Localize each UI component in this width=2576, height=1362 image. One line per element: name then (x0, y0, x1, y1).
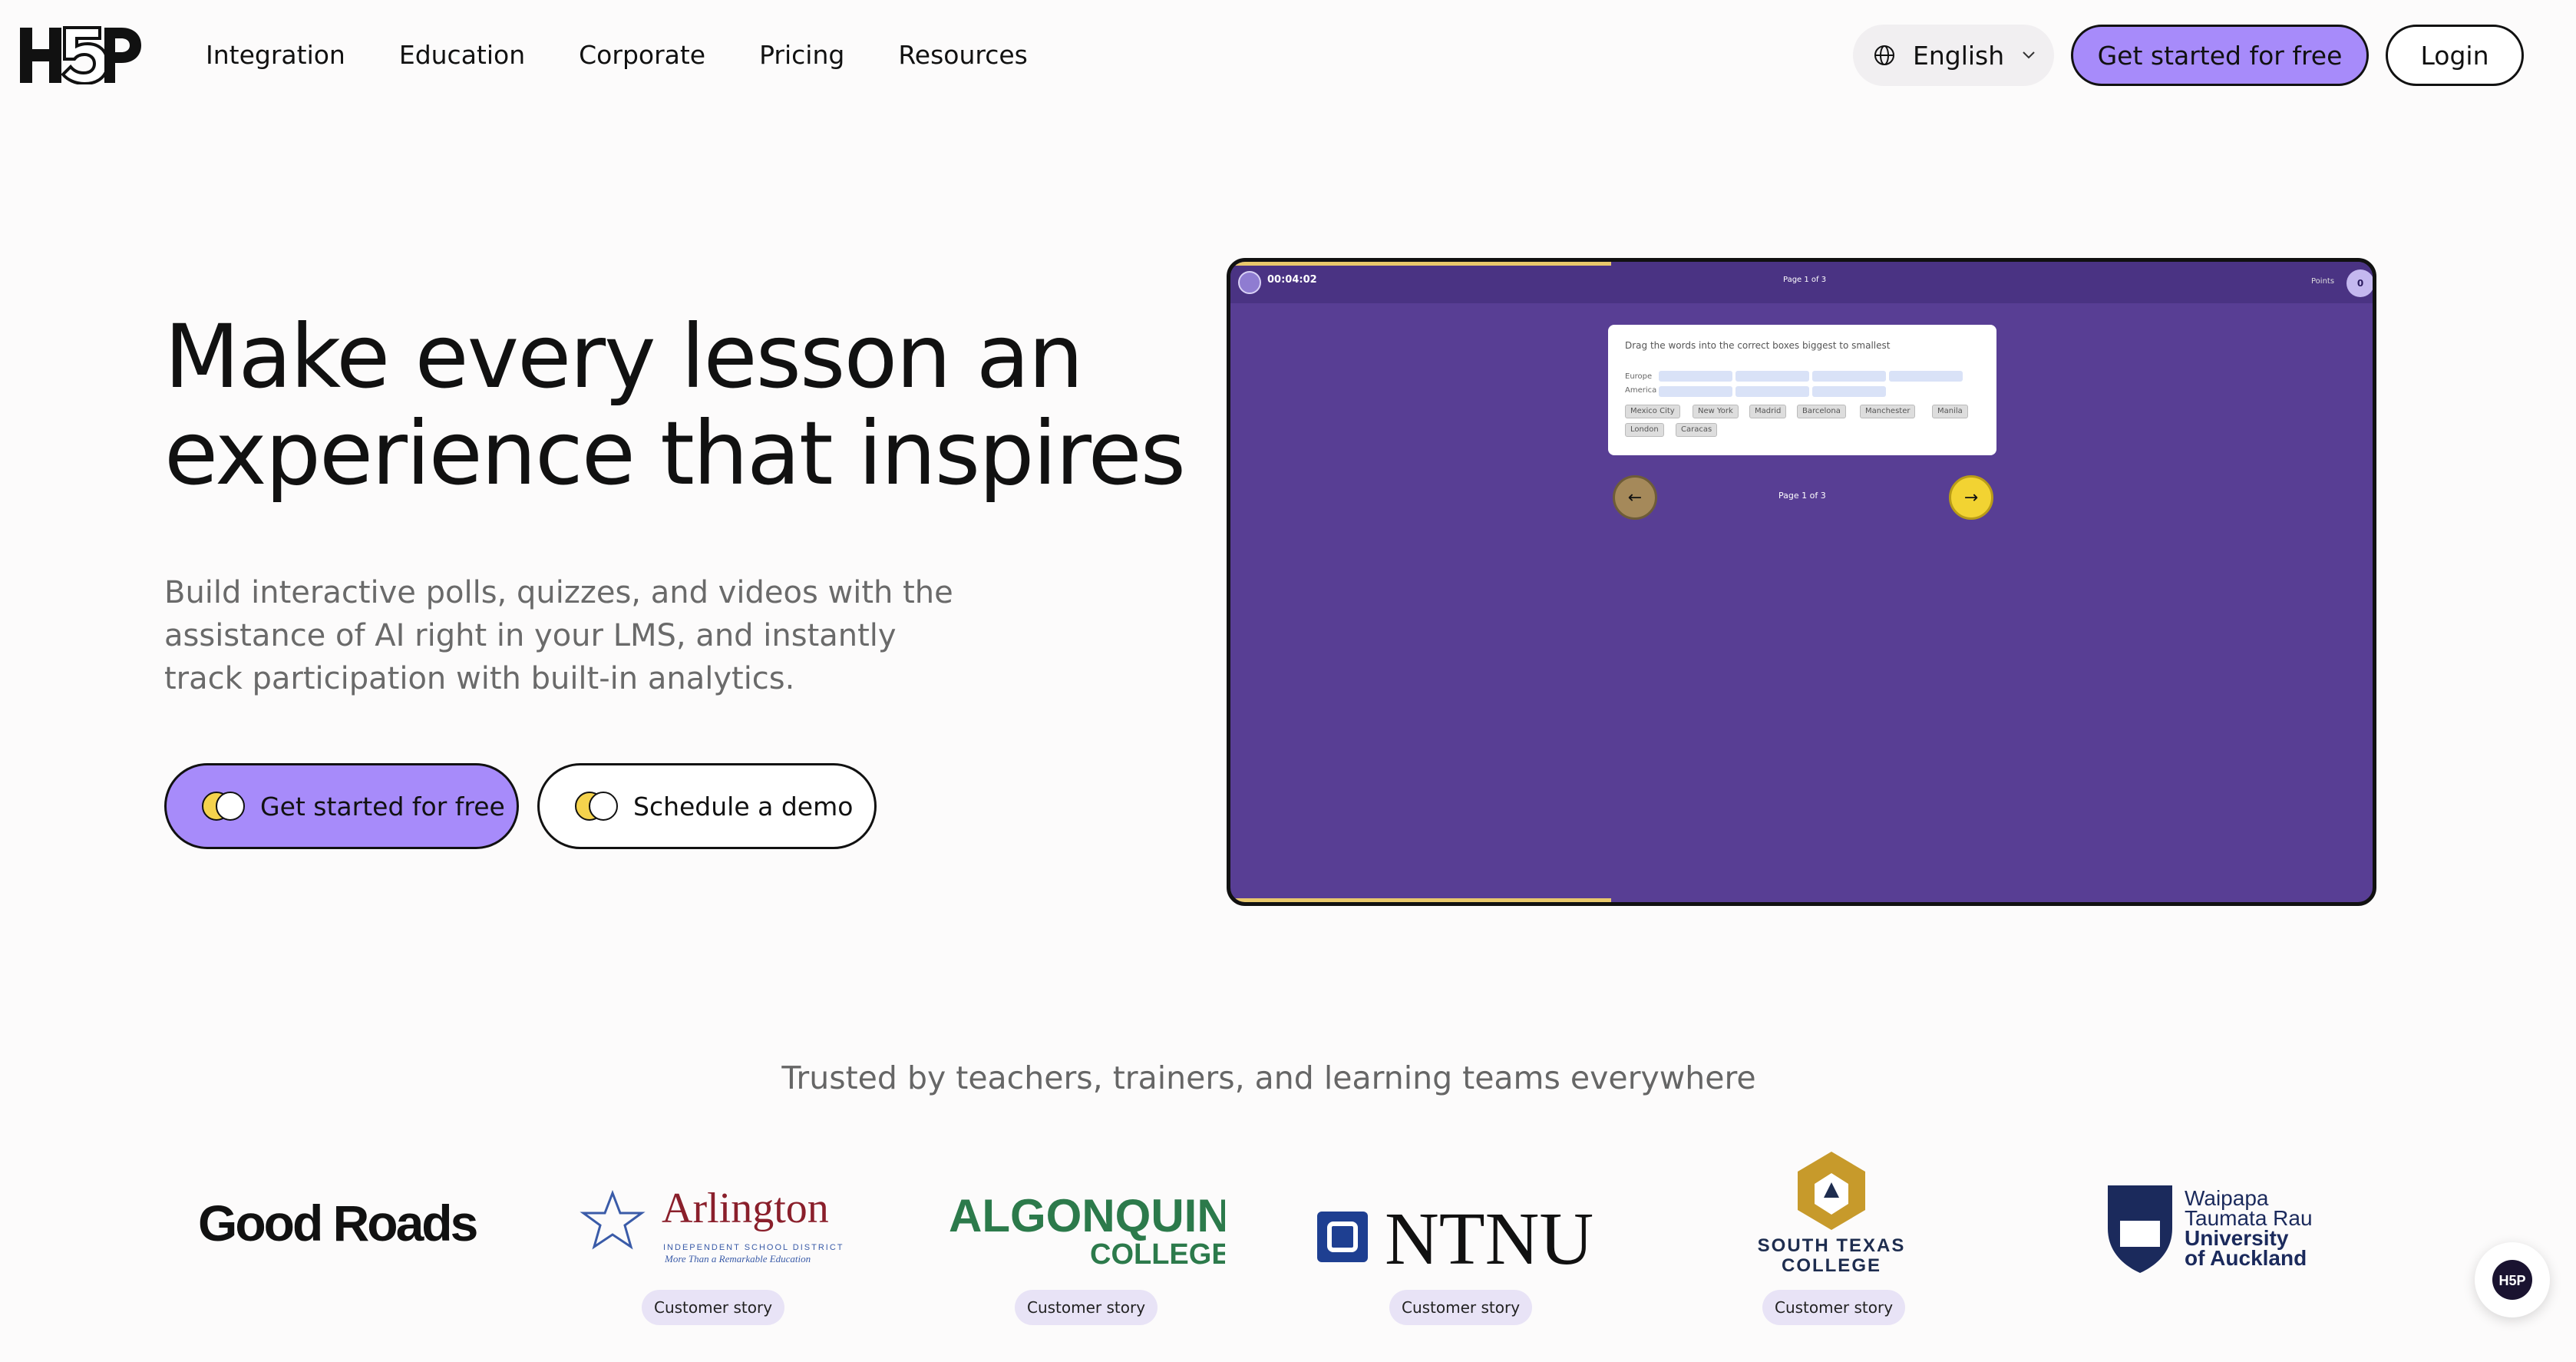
arrow-left-icon: ← (1627, 488, 1643, 507)
drop-zone[interactable] (1812, 371, 1886, 382)
demo-points-badge: 0 (2346, 269, 2373, 297)
demo-progress-bar (1230, 262, 1611, 266)
drag-chip[interactable]: Madrid (1749, 405, 1787, 418)
chat-launcher-button[interactable]: H5P (2475, 1242, 2550, 1317)
ntnu-logo: NTNU (1314, 1152, 1606, 1282)
drag-chip[interactable]: Mexico City (1625, 405, 1680, 418)
algonquin-logo: ALGONQUIN COLLEGE (949, 1152, 1231, 1282)
get-started-label: Get started for free (260, 791, 505, 821)
arrow-right-icon: → (1963, 488, 1979, 507)
arlington-tag: More Than a Remarkable Education (664, 1253, 811, 1264)
demo-row-label: America (1625, 386, 1657, 395)
drop-zone[interactable] (1659, 371, 1732, 382)
demo-page-indicator: Page 1 of 3 (1783, 276, 1827, 284)
algonquin-text-b: COLLEGE (1090, 1238, 1225, 1271)
nav-corporate[interactable]: Corporate (579, 37, 705, 74)
toggle-icon (202, 792, 245, 821)
globe-icon (1874, 45, 1894, 65)
arlington-name: Arlington (662, 1185, 829, 1232)
arlington-logo: Arlington INDEPENDENT SCHOOL DISTRICT Mo… (577, 1152, 854, 1282)
good-roads-logo: Good Roads (198, 1152, 482, 1282)
trusted-heading: Trusted by teachers, trainers, and learn… (781, 1060, 1756, 1096)
language-label: English (1913, 40, 2005, 71)
good-roads-text: Good Roads (198, 1195, 477, 1251)
chevron-down-icon (2023, 51, 2035, 59)
customer-story-algonquin[interactable]: Customer story (1015, 1290, 1158, 1325)
demo-row-label: Europe (1625, 372, 1653, 381)
demo-points-label: Points (2311, 277, 2335, 286)
demo-timer: 00:04:02 (1267, 274, 1317, 286)
top-navigation: Integration Education Corporate Pricing … (0, 0, 2576, 111)
customer-story-ntnu[interactable]: Customer story (1389, 1290, 1533, 1325)
schedule-demo-button[interactable]: Schedule a demo (537, 763, 877, 849)
drag-chip[interactable]: New York (1693, 405, 1739, 418)
star-icon (580, 1189, 646, 1250)
stc-text-a: SOUTH TEXAS (1758, 1235, 1906, 1256)
demo-progress-bar-bottom (1230, 898, 1611, 902)
demo-next-button[interactable]: → (1949, 475, 1993, 520)
auckland-text-d: of Auckland (2185, 1246, 2307, 1270)
toggle-icon (575, 792, 618, 821)
demo-question-card: Drag the words into the correct boxes bi… (1608, 325, 1996, 455)
timer-icon (1238, 271, 1261, 294)
customer-story-arlington[interactable]: Customer story (642, 1290, 785, 1325)
drop-zone[interactable] (1659, 386, 1732, 397)
h5p-chat-icon: H5P (2492, 1260, 2532, 1300)
nav-resources[interactable]: Resources (898, 37, 1028, 74)
get-started-button[interactable]: Get started for free (164, 763, 519, 849)
ntnu-text: NTNU (1385, 1198, 1593, 1281)
demo-prev-button[interactable]: ← (1613, 475, 1657, 520)
drop-zone[interactable] (1812, 386, 1886, 397)
h5p-logo[interactable] (18, 26, 143, 84)
hero-title: Make every lesson an experience that ins… (164, 306, 1186, 504)
drop-zone[interactable] (1889, 371, 1963, 382)
nav-integration[interactable]: Integration (206, 37, 345, 74)
drop-zone[interactable] (1735, 371, 1809, 382)
stc-text-b: COLLEGE (1782, 1255, 1881, 1276)
drag-chip[interactable]: Caracas (1676, 423, 1718, 437)
algonquin-text-a: ALGONQUIN (949, 1190, 1225, 1241)
get-started-nav-button[interactable]: Get started for free (2071, 25, 2369, 86)
auckland-logo: Waipapa Taumata Rau University of Auckla… (2105, 1152, 2320, 1282)
arlington-sub: INDEPENDENT SCHOOL DISTRICT (663, 1243, 844, 1252)
drag-chip[interactable]: London (1625, 423, 1664, 437)
demo-page-indicator: Page 1 of 3 (1778, 491, 1826, 501)
nav-education[interactable]: Education (399, 37, 525, 74)
customer-story-south-texas[interactable]: Customer story (1762, 1290, 1906, 1325)
demo-question: Drag the words into the correct boxes bi… (1625, 340, 1891, 351)
chat-logo-text: H5P (2498, 1273, 2525, 1288)
nav-pricing[interactable]: Pricing (759, 37, 844, 74)
drag-chip[interactable]: Manchester (1860, 405, 1916, 418)
drag-chip[interactable]: Barcelona (1797, 405, 1846, 418)
schedule-demo-label: Schedule a demo (633, 791, 854, 821)
drag-chip[interactable]: Manila (1932, 405, 1968, 418)
demo-top-bar: 00:04:02 Page 1 of 3 Points 0 (1230, 262, 2373, 303)
interactive-demo-preview[interactable]: 00:04:02 Page 1 of 3 Points 0 Drag the w… (1227, 258, 2376, 906)
hero-subtitle: Build interactive polls, quizzes, and vi… (164, 575, 953, 696)
south-texas-college-logo: SOUTH TEXAS COLLEGE (1755, 1152, 1908, 1282)
drop-zone[interactable] (1735, 386, 1809, 397)
language-selector[interactable]: English (1853, 25, 2054, 86)
login-button[interactable]: Login (2386, 25, 2524, 86)
